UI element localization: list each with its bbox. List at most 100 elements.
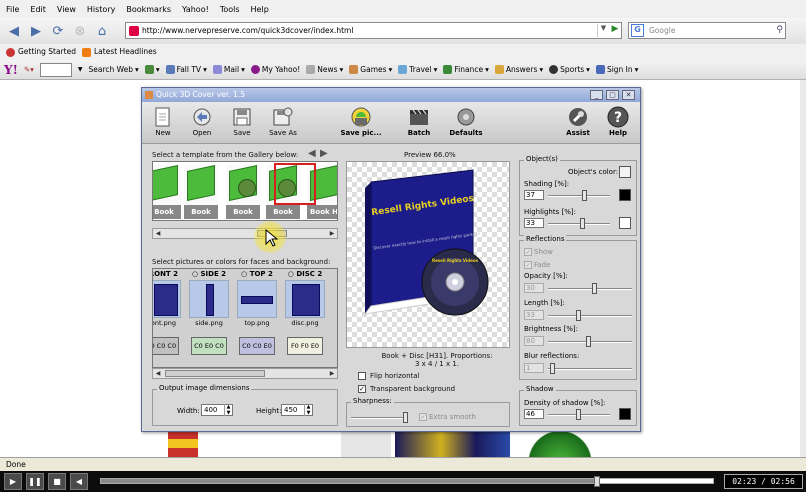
shading-knob[interactable] [582,190,587,201]
defaults-button[interactable]: Defaults [447,105,485,141]
yahoo-answers[interactable]: Answers ▾ [494,65,543,74]
brightness-knob[interactable] [586,336,591,347]
home-button[interactable]: ⌂ [92,21,112,41]
scroll-right-icon[interactable]: ▶ [327,369,337,378]
menu-tools[interactable]: Tools [220,5,240,14]
window-titlebar[interactable]: Quick 3D Cover ver. 1.5 _ ▢ ✕ [142,88,640,102]
pause-button[interactable]: ❚❚ [26,473,44,490]
forward-button[interactable]: ▶ [26,21,46,41]
brightness-slider[interactable] [548,336,632,347]
seek-handle[interactable] [594,476,600,487]
shadow-density-knob[interactable] [576,409,581,420]
gallery-thumb-h21[interactable]: Book H21 [153,165,181,219]
yahoo-search-web[interactable]: Search Web ▾ [89,65,139,74]
opacity-input[interactable]: 30 [524,283,544,293]
yahoo-my-yahoo[interactable]: My Yahoo! [250,65,300,74]
batch-button[interactable]: Batch [400,105,438,141]
menu-file[interactable]: File [6,5,19,14]
faces-scrollbar[interactable]: ◀ ▶ [152,368,338,379]
gallery-prev-icon[interactable]: ◀ [308,148,316,159]
scroll-left-icon[interactable]: ◀ [153,229,163,238]
extra-smooth-checkbox[interactable]: ✓ [419,413,427,421]
google-engine-icon[interactable]: G [631,24,644,37]
scroll-right-icon[interactable]: ▶ [327,229,337,238]
width-input[interactable]: 400 ▲ ▼ [201,404,233,416]
shading-color-swatch[interactable] [619,189,631,201]
face-front[interactable]: FRONT 2 front.png C0 C0 C0 [153,269,183,367]
new-button[interactable]: New [144,105,182,141]
page-scrollbar[interactable] [800,80,806,457]
save-picture-button[interactable]: Save pic... [339,105,383,141]
stop-button[interactable]: ■ [48,473,66,490]
shading-slider[interactable] [548,190,610,201]
assist-button[interactable]: Assist [559,105,597,141]
menu-bookmarks[interactable]: Bookmarks [126,5,171,14]
length-input[interactable]: 33 [524,310,544,320]
show-reflections-checkbox[interactable]: ✓ [524,248,532,256]
blur-input[interactable]: 1 [524,363,544,373]
opacity-slider[interactable] [548,283,632,294]
gallery-scrollbar[interactable]: ◀ ▶ [152,228,338,239]
gallery-thumb-h22[interactable]: Book H22 [184,165,218,219]
menu-edit[interactable]: Edit [30,5,46,14]
flip-horizontal-checkbox[interactable] [358,372,366,380]
length-knob[interactable] [576,310,581,321]
yahoo-sign-in[interactable]: Sign In ▾ [595,65,638,74]
bookmark-latest-headlines[interactable]: Latest Headlines [82,47,157,57]
yahoo-news[interactable]: News ▾ [306,65,343,74]
menu-view[interactable]: View [57,5,76,14]
shadow-density-input[interactable]: 46 [524,409,544,419]
yahoo-games[interactable]: Games ▾ [349,65,392,74]
bookmark-getting-started[interactable]: Getting Started [6,47,76,57]
blur-slider[interactable] [548,363,632,374]
menu-yahoo[interactable]: Yahoo! [182,5,209,14]
close-button[interactable]: ✕ [622,90,635,100]
yahoo-search-dropdown-icon[interactable]: ▼ [78,66,83,73]
scroll-left-icon[interactable]: ◀ [153,369,163,378]
menu-history[interactable]: History [87,5,115,14]
yahoo-finance[interactable]: Finance ▾ [443,65,489,74]
gallery-thumb-h30[interactable]: Book H30 [226,165,260,219]
width-spinner-icon[interactable]: ▲ ▼ [224,404,232,416]
gallery-next-icon[interactable]: ▶ [320,148,328,159]
opacity-knob[interactable] [592,283,597,294]
face-top[interactable]: ○ TOP 2 top.png C0 C0 E0 [235,269,279,367]
url-dropdown-icon[interactable]: ▼ [597,24,609,37]
back-button[interactable]: ◀ [4,21,24,41]
transparent-background-checkbox[interactable]: ✓ [358,385,366,393]
menu-help[interactable]: Help [251,5,269,14]
open-button[interactable]: Open [183,105,221,141]
shadow-density-slider[interactable] [548,409,610,420]
height-spinner-icon[interactable]: ▲ ▼ [304,404,312,416]
face-side[interactable]: ○ SIDE 2 side.png C0 E0 C0 [187,269,231,367]
face-disc[interactable]: ○ DISC 2 disc.png F0 F0 E0 [283,269,327,367]
stop-button[interactable]: ⊗ [70,21,90,41]
address-bar[interactable]: http://www.nervepreserve.com/quick3dcove… [125,22,622,39]
reload-button[interactable]: ⟳ [48,21,68,41]
yahoo-logo-icon[interactable]: Y! [4,63,18,77]
faces-scroll-thumb[interactable] [165,370,265,377]
yahoo-shield[interactable]: ▾ [144,65,160,74]
yahoo-sports[interactable]: Sports ▾ [549,65,590,74]
highlights-knob[interactable] [580,218,585,229]
volume-button[interactable]: ◀ [70,473,88,490]
highlight-color-swatch[interactable] [619,217,631,229]
go-arrow-icon[interactable]: ▶ [609,24,621,37]
yahoo-mail[interactable]: Mail ▾ [212,65,245,74]
yahoo-fall-tv[interactable]: Fall TV ▾ [165,65,207,74]
sharpness-slider[interactable] [351,412,408,423]
highlights-input[interactable]: 33 [524,218,544,228]
minimize-button[interactable]: _ [590,90,603,100]
length-slider[interactable] [548,310,632,321]
search-magnifier-icon[interactable]: ⚲ [776,25,783,35]
sharpness-knob[interactable] [403,412,408,423]
yahoo-travel[interactable]: Travel ▾ [398,65,437,74]
seek-bar[interactable] [100,476,714,487]
height-input[interactable]: 450 ▲ ▼ [281,404,313,416]
brightness-input[interactable]: 80 [524,336,544,346]
shadow-color-swatch[interactable] [619,408,631,420]
pencil-icon[interactable]: ✎▾ [24,65,34,74]
search-box[interactable]: G Google ⚲ [628,22,786,39]
play-button[interactable]: ▶ [4,473,22,490]
save-button[interactable]: Save [223,105,261,141]
